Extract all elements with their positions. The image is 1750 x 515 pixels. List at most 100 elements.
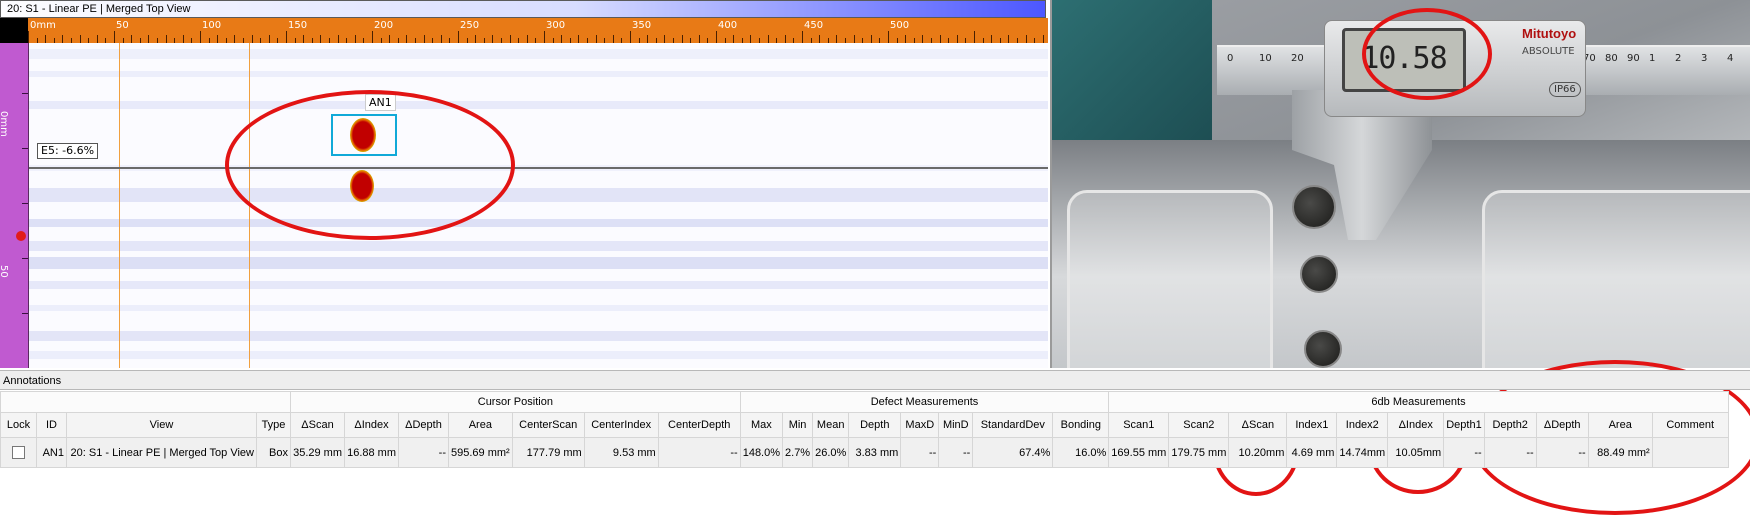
column-header[interactable]: Depth [848, 412, 902, 438]
column-header[interactable]: MinD [938, 412, 974, 438]
column-header[interactable]: StandardDev [972, 412, 1054, 438]
column-header[interactable]: Depth1 [1443, 412, 1485, 438]
ruler-tick [630, 31, 631, 43]
table-cell: -- [938, 437, 974, 468]
ruler-tick [612, 35, 614, 43]
column-header[interactable]: Area [1587, 412, 1653, 438]
ruler-tick [251, 35, 253, 43]
table-cell: 2.7% [782, 437, 814, 468]
ruler-tick [406, 35, 408, 43]
ruler-tick [131, 35, 133, 43]
column-header[interactable]: Comment [1651, 412, 1729, 438]
ruler-tick [79, 35, 81, 43]
ruler-tick-label: 200 [374, 20, 394, 31]
table-cell: 10.05mm [1387, 437, 1445, 468]
ruler-tick [836, 35, 838, 43]
ruler-tick [1025, 35, 1027, 43]
ruler-tick [853, 35, 855, 43]
column-header[interactable]: Area [448, 412, 513, 438]
column-header[interactable]: CenterScan [511, 412, 585, 438]
column-header[interactable]: Scan2 [1168, 412, 1230, 438]
ruler-tick [165, 35, 167, 43]
column-header[interactable]: CenterDepth [657, 412, 741, 438]
ruler-tick-label: 400 [718, 20, 738, 31]
table-cell: 88.49 mm² [1587, 437, 1653, 468]
column-header[interactable]: View [66, 412, 257, 438]
column-header[interactable]: Type [256, 412, 291, 438]
table-cell: AN1 [36, 437, 67, 468]
column-header[interactable]: ID [36, 412, 67, 438]
ruler-tick [595, 35, 597, 43]
ruler-tick [217, 35, 219, 43]
ruler-tick [200, 31, 201, 43]
ruler-tick [698, 35, 700, 43]
ruler-tick-label: 450 [804, 20, 824, 31]
table-row[interactable]: AN1 20: S1 - Linear PE | Merged Top View B… [0, 437, 1729, 468]
ruler-tick [664, 35, 666, 43]
ruler-tick [320, 35, 322, 43]
group-defect-measurements: Defect Measurements [739, 391, 1110, 413]
index-position-marker[interactable] [16, 231, 26, 241]
ruler-tick [956, 35, 958, 43]
drilled-hole [1292, 185, 1336, 229]
column-header-row: Lock ID View Type ΔScan ΔIndex ΔDepth Area Cente… [0, 412, 1729, 438]
column-header[interactable]: Min [782, 412, 814, 438]
ruler-tick [939, 35, 941, 43]
ruler-tick [440, 35, 442, 43]
ruler-tick [750, 35, 752, 43]
c-scan-canvas[interactable]: E5: -6.6% AN1 [29, 43, 1048, 368]
table-cell: -- [1483, 437, 1537, 468]
ruler-tick [372, 31, 373, 43]
ruler-tick [681, 35, 683, 43]
table-cell: -- [900, 437, 940, 468]
column-header[interactable]: Index1 [1286, 412, 1338, 438]
column-header[interactable]: Scan1 [1108, 412, 1170, 438]
table-cell: 595.69 mm² [448, 437, 513, 468]
ruler-tick [62, 35, 64, 43]
column-header[interactable]: Mean [812, 412, 850, 438]
scan-axis-ruler[interactable]: 0mm 50 100 150 200 250 300 350 400 450 500 [28, 18, 1048, 44]
column-header[interactable]: ΔIndex [344, 412, 399, 438]
ruler-tick [767, 35, 769, 43]
index-cursor-line[interactable] [29, 167, 1048, 169]
group-6db-measurements: 6db Measurements [1108, 391, 1729, 413]
column-header[interactable]: ΔIndex [1387, 412, 1445, 438]
drilled-hole [1300, 255, 1338, 293]
table-cell: Box [256, 437, 291, 468]
column-header[interactable]: ΔScan [290, 412, 345, 438]
caliper-rating: IP66 [1549, 82, 1581, 97]
ruler-tick [888, 31, 889, 43]
ruler-tick [716, 31, 717, 43]
group-cursor-position: Cursor Position [290, 391, 741, 413]
column-header[interactable]: MaxD [900, 412, 940, 438]
column-header[interactable]: Bonding [1052, 412, 1110, 438]
column-header[interactable]: CenterIndex [583, 412, 659, 438]
ruler-tick [492, 35, 494, 43]
scan-cursor-line[interactable] [119, 43, 120, 368]
column-header[interactable]: ΔScan [1228, 412, 1288, 438]
annotations-panel-header: Annotations [0, 370, 1750, 390]
ruler-tick [28, 31, 29, 43]
column-header[interactable]: Lock [0, 412, 37, 438]
table-cell: 179.75 mm [1168, 437, 1230, 468]
ruler-tick [544, 31, 545, 43]
index-axis-ruler[interactable]: 0mm 50 [0, 43, 29, 368]
ruler-tick [234, 35, 236, 43]
caliper-model: ABSOLUTE [1522, 46, 1575, 57]
column-header[interactable]: ΔDepth [1535, 412, 1589, 438]
column-header[interactable]: Max [739, 412, 784, 438]
table-cell: 4.69 mm [1286, 437, 1338, 468]
table-cell: 9.53 mm [583, 437, 659, 468]
vertical-ruler-label: 0mm [0, 111, 9, 137]
ruler-tick [114, 31, 115, 43]
markup-circle-defects [225, 90, 515, 240]
column-header[interactable]: ΔDepth [398, 412, 449, 438]
column-header[interactable]: Index2 [1336, 412, 1389, 438]
column-header[interactable]: Depth2 [1483, 412, 1537, 438]
ruler-tick [96, 35, 98, 43]
ruler-tick [509, 35, 511, 43]
annotations-table: Cursor Position Defect Measurements 6db … [0, 391, 1729, 468]
lock-checkbox[interactable] [12, 446, 25, 459]
ruler-tick-label: 250 [460, 20, 480, 31]
table-cell: -- [1443, 437, 1485, 468]
